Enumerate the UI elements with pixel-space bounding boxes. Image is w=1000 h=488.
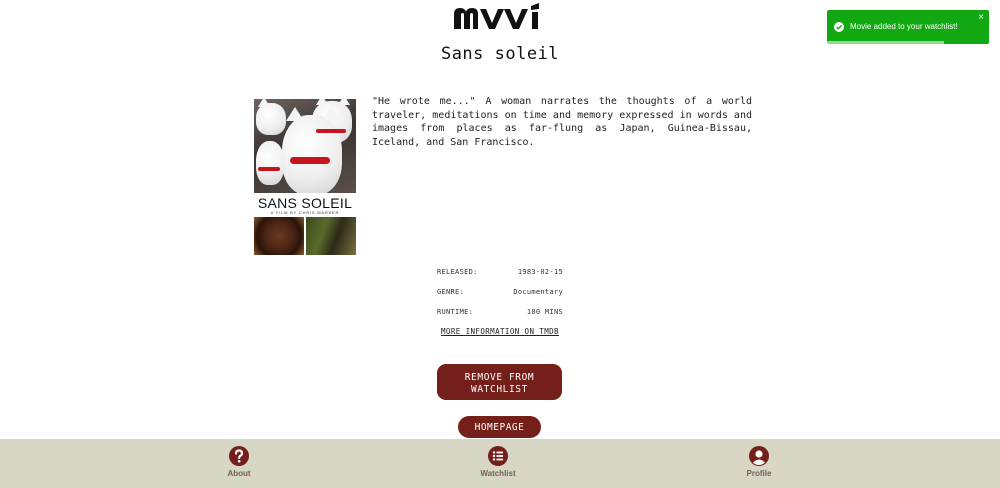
movie-poster: SANS SOLEIL A FILM BY CHRIS MARKER <box>254 99 356 255</box>
movie-title: Sans soleil <box>440 44 560 64</box>
poster-still-landscape <box>306 217 356 255</box>
tmdb-link[interactable]: MORE INFORMATION ON TMDB <box>437 327 563 336</box>
nav-label-watchlist: Watchlist <box>480 469 516 478</box>
poster-title: SANS SOLEIL <box>257 195 353 211</box>
genre-label: GENRE: <box>437 288 465 296</box>
nav-label-about: About <box>227 469 251 478</box>
released-label: RELEASED: <box>437 268 478 276</box>
success-toast: Movie added to your watchlist! × <box>827 10 989 44</box>
runtime-row: RUNTIME: 100 MINS <box>437 304 563 324</box>
user-icon <box>749 446 769 466</box>
page: mvvi Sans soleil SANS SOLEIL A FILM BY C… <box>0 0 1000 488</box>
remove-button-label-line2: WATCHLIST <box>471 384 528 395</box>
mvvi-logo[interactable]: mvvi <box>450 2 550 32</box>
nav-label-profile: Profile <box>746 469 772 478</box>
close-icon[interactable]: × <box>978 13 984 23</box>
remove-from-watchlist-button[interactable]: REMOVE FROM WATCHLIST <box>437 364 562 400</box>
nav-item-profile[interactable]: Profile <box>699 446 819 478</box>
bottom-nav: About Watchlist Profile <box>0 439 1000 488</box>
genre-row: GENRE: Documentary <box>437 284 563 304</box>
poster-still-portrait <box>254 217 304 255</box>
released-value: 1983-02-15 <box>517 268 563 276</box>
toast-message: Movie added to your watchlist! <box>850 22 958 31</box>
list-icon <box>488 446 508 466</box>
movie-description: "He wrote me..." A woman narrates the th… <box>372 96 752 148</box>
toast-progress-bar <box>827 41 944 44</box>
poster-subtitle: A FILM BY CHRIS MARKER <box>270 210 340 215</box>
movie-details: RELEASED: 1983-02-15 GENRE: Documentary … <box>437 264 563 336</box>
released-row: RELEASED: 1983-02-15 <box>437 264 563 284</box>
question-icon <box>229 446 249 466</box>
poster-image-cats <box>254 99 356 193</box>
homepage-button[interactable]: HOMEPAGE <box>458 416 541 438</box>
nav-item-about[interactable]: About <box>179 446 299 478</box>
runtime-value: 100 MINS <box>526 308 563 316</box>
nav-item-watchlist[interactable]: Watchlist <box>438 446 558 478</box>
check-circle-icon <box>834 22 844 32</box>
remove-button-label-line1: REMOVE FROM <box>464 371 535 383</box>
genre-value: Documentary <box>513 288 563 296</box>
runtime-label: RUNTIME: <box>437 308 474 316</box>
